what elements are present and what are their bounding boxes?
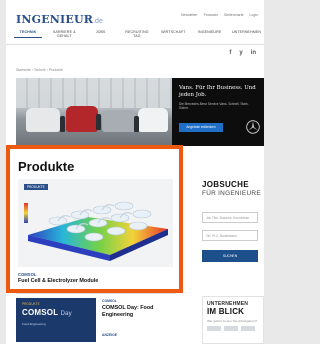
products-section[interactable]: Produkte PRODUKTE COMSOL Fuel Cell & Ele… [6,145,183,293]
header-divider [6,44,264,45]
companies-widget[interactable]: UNTERNEHMEN IM BLICK Wer gehört zu den T… [202,296,264,344]
comsol-article-kicker: COMSOL [102,299,117,303]
site-logo[interactable]: INGENIEUR.de [16,10,103,26]
facebook-icon[interactable]: f [229,50,231,56]
comsol-article[interactable]: COMSOL COMSOL Day: Food Engineering [102,299,180,318]
comsol-logo-sub: Day [60,311,72,317]
nav-item-wirtschaft[interactable]: Wirtschaft [159,30,187,38]
ad-headline: Vans. Für Ihr Business. Und jeden Job. [179,85,256,98]
product-category-badge: PRODUKTE [24,184,48,190]
comsol-teaser-text: Food Engineering [22,322,46,326]
company-logo[interactable] [207,326,221,331]
fuel-cell-simulation-graphic [18,179,173,267]
top-link-login[interactable]: Login [249,13,258,17]
comsol-badge: PRODUKTE [22,302,40,306]
linkedin-icon[interactable]: in [251,50,256,56]
nav-item-recruiting[interactable]: Recruiting Tag [123,30,151,38]
logo-word: INGENIEUR [16,13,94,26]
breadcrumb[interactable]: Startseite › Technik › Produkte [16,68,63,72]
job-search-title: JOBSUCHE [202,180,249,189]
ad-background-building [16,78,172,108]
ad-person [96,114,101,130]
companies-subtitle: Wer gehört zu den Top-Arbeitgebern? [207,319,258,323]
social-links: f y in [229,50,256,56]
company-logo[interactable] [241,326,255,331]
nav-item-jobs[interactable]: Jobs [87,30,115,38]
comsol-logo: COMSOL Day [22,308,72,317]
products-title: Produkte [18,159,75,174]
nav-item-unternehmen[interactable]: Unternehmen [232,30,261,38]
job-search-button[interactable]: SUCHEN [202,250,258,262]
comsol-article-headline[interactable]: COMSOL Day: Food Engineering [102,305,180,318]
company-logos [207,326,259,331]
ad-subtext: Die Mercedes-Benz Service Vans. Schnell.… [179,102,249,110]
ad-text-panel[interactable]: Vans. Für Ihr Business. Und jeden Job. D… [172,78,264,146]
page: INGENIEUR.de Newsletter Podcasts Stellen… [6,0,264,344]
nav-item-ingenieure[interactable]: Ingenieure [196,30,224,38]
van-white-2 [138,108,168,132]
product-brand: COMSOL [18,272,37,277]
van-grey [102,110,136,132]
section-divider [16,293,176,294]
top-link-newsletter[interactable]: Newsletter [181,13,198,17]
top-link-stellenmarkt[interactable]: Stellenmarkt [224,13,243,17]
job-search-subtitle: FÜR INGENIEURE [202,190,261,197]
main-nav: Technik Karriere & Gehalt Jobs Recruitin… [14,30,261,38]
comsol-teaser-image[interactable]: PRODUKTE COMSOL Day Food Engineering [16,298,96,342]
ad-person [60,116,65,132]
van-white [26,108,60,132]
job-keyword-input[interactable]: Job Titel, Branche, Kenntnisse [202,212,258,223]
mercedes-star-icon [246,120,260,134]
top-link-podcasts[interactable]: Podcasts [204,13,218,17]
companies-title-line2: IM BLICK [207,307,245,316]
job-search-widget: JOBSUCHE FÜR INGENIEURE Job Titel, Branc… [202,180,264,262]
product-image[interactable]: PRODUKTE [18,179,173,267]
ad-cta-button[interactable]: Angebote entdecken [179,123,223,132]
nav-item-technik[interactable]: Technik [14,30,42,38]
site-header: INGENIEUR.de Newsletter Podcasts Stellen… [6,0,264,46]
comsol-logo-word: COMSOL [22,308,59,317]
van-red [66,106,98,132]
second-article-kicker: ANZEIGE [102,333,118,337]
logo-tld: .de [93,18,103,25]
product-name-link[interactable]: Fuel Cell & Electrolyzer Module [18,278,98,284]
twitter-icon[interactable]: y [239,50,242,56]
ad-image[interactable] [16,78,172,146]
ad-person [134,116,139,132]
top-links: Newsletter Podcasts Stellenmarkt Login [181,13,258,17]
job-location-input[interactable]: Ort, PLZ, Bundesland [202,230,258,241]
company-logo[interactable] [224,326,238,331]
nav-item-karriere[interactable]: Karriere & Gehalt [50,30,78,38]
